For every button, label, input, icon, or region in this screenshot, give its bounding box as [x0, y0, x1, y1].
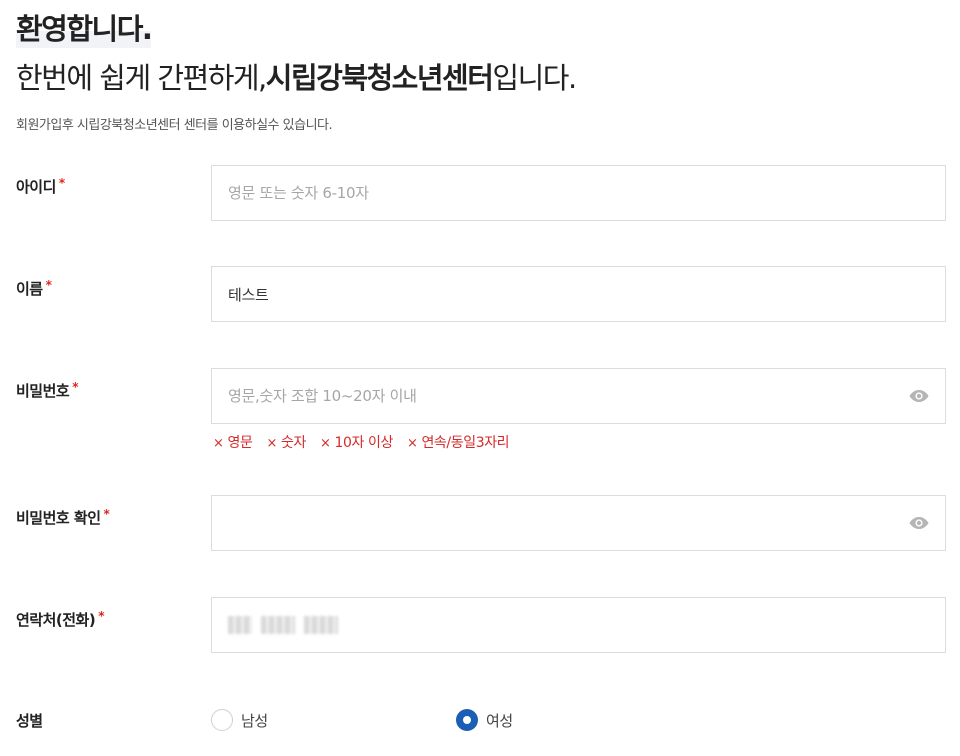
gender-radio-male[interactable]: 남성 [211, 709, 456, 731]
welcome-heading: 환영합니다. [16, 10, 153, 48]
name-input[interactable] [228, 267, 929, 321]
radio-checked-icon[interactable] [456, 709, 478, 731]
gender-label: 성별 [16, 710, 43, 731]
password-rule-text: 숫자 [280, 435, 306, 451]
name-field[interactable] [211, 266, 946, 322]
gender-radio-group: 남성 여성 [211, 709, 513, 731]
password-rule: × 연속/동일3자리 [406, 432, 510, 452]
required-mark: * [58, 176, 65, 190]
name-label: 이름 * [16, 278, 52, 299]
page-description: 회원가입후 시립강북청소년센터 센터를 이용하실수 있습니다. [16, 118, 333, 133]
eye-icon[interactable] [909, 389, 929, 403]
userid-field[interactable] [211, 165, 946, 221]
password-rule: × 숫자 [266, 432, 306, 452]
password-rule-text: 연속/동일3자리 [421, 435, 510, 451]
password-confirm-label-text: 비밀번호 확인 [16, 509, 101, 527]
password-rule: × 영문 [213, 432, 253, 452]
phone-label: 연락처(전화) * [16, 609, 104, 630]
subtitle-prefix: 한번에 쉽게 간편하게, [16, 61, 267, 95]
password-rule: × 10자 이상 [320, 432, 393, 452]
gender-label-text: 성별 [16, 712, 43, 730]
page-subtitle: 한번에 쉽게 간편하게,시립강북청소년센터입니다. [16, 58, 577, 98]
radio-label: 남성 [241, 711, 268, 730]
phone-label-text: 연락처(전화) [16, 611, 96, 629]
close-icon: × [266, 436, 277, 451]
password-rule-text: 10자 이상 [334, 435, 393, 451]
blurred-phone-part [261, 616, 295, 634]
password-confirm-field[interactable] [211, 495, 946, 551]
password-rule-text: 영문 [227, 435, 253, 451]
radio-unchecked-icon[interactable] [211, 709, 233, 731]
userid-label: 아이디 * [16, 176, 65, 197]
password-confirm-label: 비밀번호 확인 * [16, 507, 110, 528]
password-rules: × 영문 × 숫자 × 10자 이상 × 연속/동일3자리 [213, 432, 510, 452]
password-confirm-input[interactable] [228, 496, 929, 550]
blurred-phone-part [304, 616, 338, 634]
password-field[interactable] [211, 368, 946, 424]
blurred-phone-part [228, 616, 252, 634]
userid-label-text: 아이디 [16, 178, 56, 196]
gender-radio-female[interactable]: 여성 [456, 709, 513, 731]
userid-input[interactable] [228, 166, 929, 220]
radio-label: 여성 [486, 711, 513, 730]
required-mark: * [103, 507, 110, 521]
name-label-text: 이름 [16, 280, 43, 298]
password-input[interactable] [228, 369, 929, 423]
close-icon: × [406, 436, 418, 451]
required-mark: * [98, 609, 104, 623]
close-icon: × [213, 436, 224, 451]
required-mark: * [45, 278, 52, 292]
phone-field[interactable] [211, 597, 946, 653]
close-icon: × [319, 436, 331, 451]
eye-icon[interactable] [909, 516, 929, 530]
password-label-text: 비밀번호 [16, 382, 70, 400]
required-mark: * [72, 380, 78, 394]
subtitle-suffix: 입니다. [492, 61, 577, 95]
subtitle-brand: 시립강북청소년센터 [265, 61, 494, 95]
password-label: 비밀번호 * [16, 380, 78, 401]
